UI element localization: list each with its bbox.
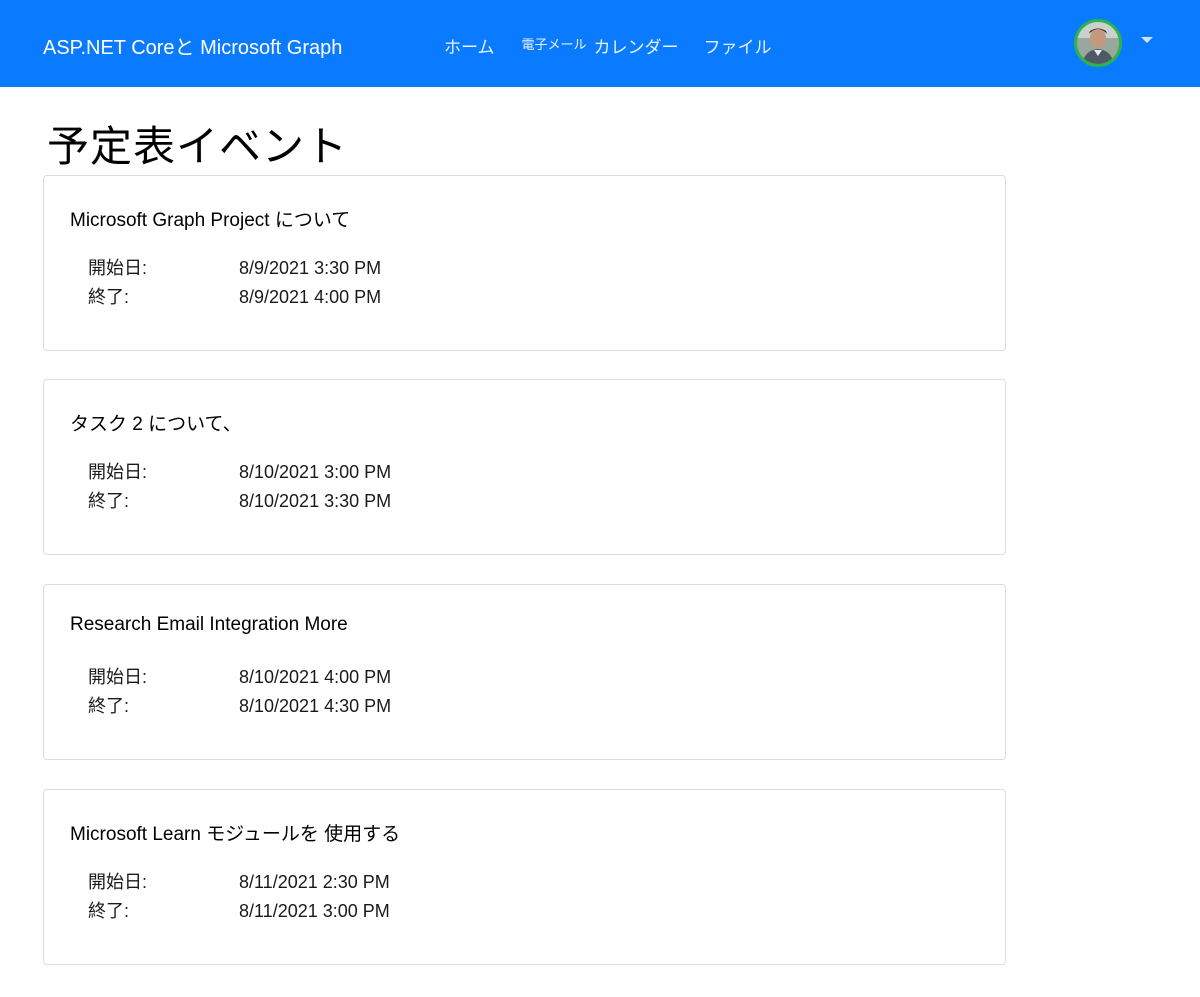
event-start-value: 8/10/2021 4:00 PM [239, 667, 392, 687]
event-start-label: 開始日: [88, 462, 148, 482]
nav-links: ホーム 電子メール カレンダー ファイル [444, 33, 772, 58]
nav-mail-link[interactable]: 電子メール [522, 34, 587, 53]
event-end-row: 終了: 8/10/2021 4:30 PM [88, 692, 391, 718]
event-start-label: 開始日: [88, 872, 148, 892]
event-end-label: 終了: [88, 696, 130, 716]
event-start-label: 開始日: [88, 667, 148, 687]
brand-link[interactable]: ASP.NET Coreと Microsoft Graph [43, 31, 342, 60]
event-card: Research Email Integration More 開始日: 8/10… [43, 584, 1006, 760]
nav-calendar-link[interactable]: カレンダー [594, 33, 679, 58]
user-avatar[interactable] [1074, 19, 1122, 67]
event-start-value: 8/10/2021 3:00 PM [239, 462, 392, 482]
event-end-value: 8/9/2021 4:00 PM [239, 287, 382, 307]
event-start-row: 開始日: 8/10/2021 4:00 PM [88, 663, 391, 689]
event-end-row: 終了: 8/10/2021 3:30 PM [88, 487, 391, 513]
user-photo-icon [1077, 22, 1119, 64]
event-start-label: 開始日: [88, 258, 148, 278]
top-navbar: ASP.NET Coreと Microsoft Graph ホーム 電子メール … [0, 0, 1200, 87]
event-end-value: 8/10/2021 3:30 PM [239, 491, 392, 511]
event-subject: タスク 2 について、 [70, 414, 242, 435]
event-subject: Research Email Integration More [70, 614, 348, 635]
event-end-value: 8/10/2021 4:30 PM [239, 696, 392, 716]
event-card: タスク 2 について、 開始日: 8/10/2021 3:00 PM 終了: 8/1… [43, 379, 1006, 555]
event-end-label: 終了: [88, 901, 130, 921]
event-card: Microsoft Graph Project について 開始日: 8/9/202… [43, 175, 1006, 351]
event-end-row: 終了: 8/11/2021 3:00 PM [88, 897, 390, 923]
event-subject: Microsoft Graph Project について [70, 210, 351, 231]
event-start-row: 開始日: 8/10/2021 3:00 PM [88, 458, 391, 484]
event-start-value: 8/11/2021 2:30 PM [239, 872, 390, 892]
event-start-value: 8/9/2021 3:30 PM [239, 258, 382, 278]
nav-home-link[interactable]: ホーム [444, 33, 495, 58]
event-end-label: 終了: [88, 287, 130, 307]
event-card: Microsoft Learn モジュールを 使用する 開始日: 8/11/202… [43, 789, 1006, 965]
event-start-row: 開始日: 8/11/2021 2:30 PM [88, 868, 390, 894]
caret-down-icon[interactable] [1141, 37, 1153, 43]
page-title: 予定表イベント [47, 123, 349, 170]
event-end-value: 8/11/2021 3:00 PM [239, 901, 390, 921]
event-subject: Microsoft Learn モジュールを 使用する [70, 824, 401, 845]
event-start-row: 開始日: 8/9/2021 3:30 PM [88, 254, 381, 280]
event-end-row: 終了: 8/9/2021 4:00 PM [88, 283, 381, 309]
nav-files-link[interactable]: ファイル [704, 33, 772, 58]
event-end-label: 終了: [88, 491, 130, 511]
